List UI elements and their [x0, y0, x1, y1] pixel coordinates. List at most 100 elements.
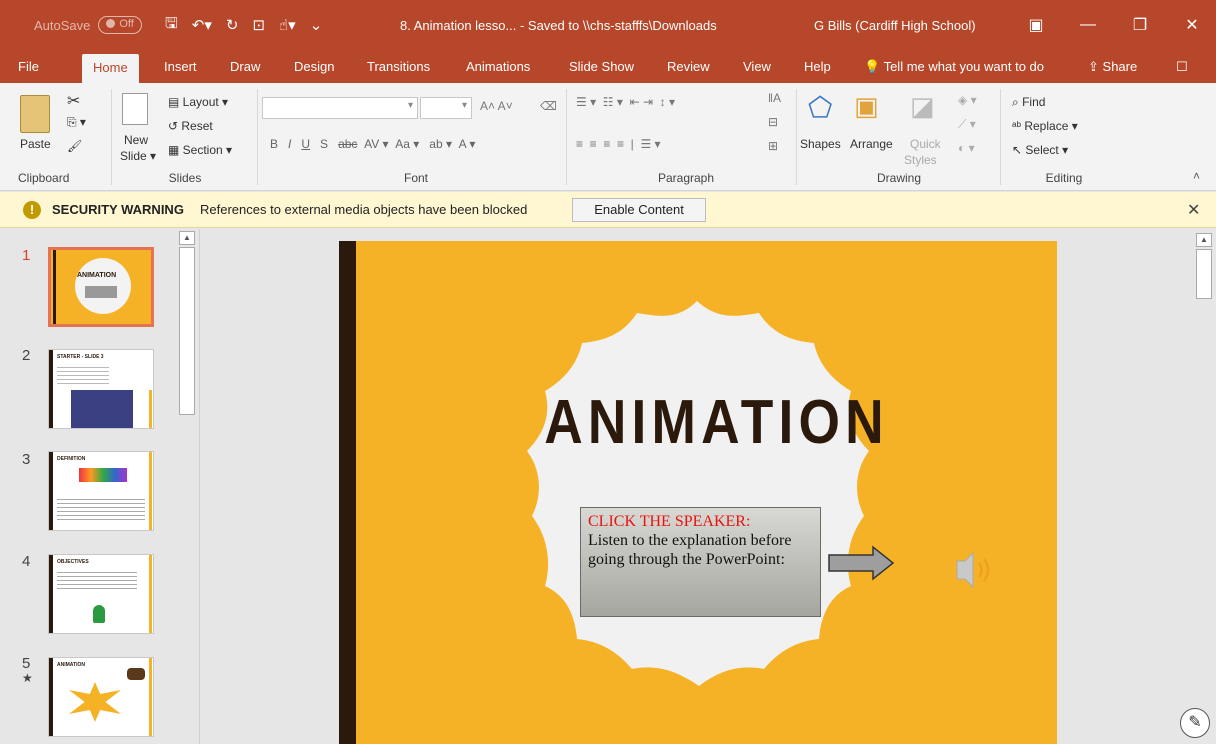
copy-icon[interactable]: ⎘ ▾ — [67, 115, 86, 130]
find-button[interactable]: ⌕ Find — [1012, 95, 1045, 110]
redo-icon[interactable]: ↻ — [226, 16, 239, 34]
slide-scrollbar[interactable]: ▲ — [1192, 229, 1216, 744]
cut-icon[interactable]: ✂ — [67, 91, 80, 111]
tab-review[interactable]: Review — [667, 50, 710, 83]
tab-view[interactable]: View — [743, 50, 771, 83]
format-painter-icon[interactable]: 🖌 — [67, 139, 82, 153]
shape-outline-icon[interactable]: ⟋ ▾ — [958, 117, 976, 132]
security-warning-bar: ! SECURITY WARNING References to externa… — [0, 192, 1216, 228]
tell-me-box[interactable]: 💡 Tell me what you want to do — [864, 50, 1044, 83]
customize-qat-icon[interactable]: ⌄ — [310, 16, 323, 34]
select-button[interactable]: ↖ Select ▾ — [1012, 143, 1068, 157]
paste-button[interactable]: Paste — [20, 137, 51, 151]
thumb-title: ANIMATION — [77, 272, 117, 279]
slide-thumbnail-5[interactable]: ANIMATION — [48, 657, 154, 737]
autosave-toggle[interactable]: Off — [98, 16, 142, 34]
paragraph-group-label: Paragraph — [657, 171, 715, 185]
tab-draw[interactable]: Draw — [230, 50, 260, 83]
callout-box[interactable]: CLICK THE SPEAKER: Listen to the explana… — [580, 507, 821, 617]
group-font: ▾ ▾ A˄ A˅ ⌫ B I U S abc AV ▾ Aa ▾ ab ▾ A… — [262, 87, 570, 187]
thumb-title: DEFINITION — [57, 456, 86, 462]
reset-label: Reset — [181, 119, 213, 133]
replace-label: Replace — [1024, 119, 1069, 133]
shapes-icon: ⬠ — [808, 92, 833, 123]
thumb-title: ANIMATION — [57, 662, 85, 668]
group-drawing: ⬠ Shapes ▣ Arrange ◪ Quick Styles ◈ ▾ ⟋ … — [800, 87, 998, 187]
clear-formatting-icon[interactable]: ⌫ — [540, 99, 557, 113]
tab-help[interactable]: Help — [804, 50, 831, 83]
enable-content-button[interactable]: Enable Content — [572, 198, 706, 222]
new-slide-label-2[interactable]: Slide ▾ — [120, 149, 156, 163]
align-text-icon[interactable]: ⊟ — [768, 115, 778, 129]
text-direction-icon[interactable]: ‖A — [768, 91, 781, 105]
list-icons[interactable]: ☰ ▾ ☷ ▾ ⇤ ⇥ ↕ ▾ — [576, 95, 675, 109]
increase-font-icon[interactable]: A˄ A˅ — [480, 99, 513, 113]
thumb-number: 4 — [22, 553, 31, 570]
tab-animations[interactable]: Animations — [466, 50, 530, 83]
font-format-icons[interactable]: B I U S abc AV ▾ Aa ▾ ab ▾ A ▾ — [270, 137, 475, 151]
ribbon-display-icon[interactable]: ▣ — [1010, 15, 1062, 35]
quick-styles-icon: ◪ — [910, 91, 935, 121]
slide-thumbnail-2[interactable]: STARTER - SLIDE 3 — [48, 349, 154, 429]
editing-group-label: Editing — [1045, 171, 1083, 185]
lightbulb-icon: 💡 — [864, 59, 881, 74]
ribbon-home: Paste ✂ ⎘ ▾ 🖌 Clipboard New Slide ▾ ▤ La… — [0, 83, 1216, 191]
thumbnail-scrollbar[interactable]: ▲ — [178, 231, 196, 744]
security-warning-message: References to external media objects hav… — [200, 202, 528, 217]
arrange-button[interactable]: Arrange — [850, 137, 893, 151]
scroll-up-icon[interactable]: ▲ — [179, 231, 195, 245]
shape-effects-icon[interactable]: ◐ ▾ — [958, 141, 975, 155]
slide-thumbnail-1[interactable]: ANIMATION — [48, 247, 154, 327]
scroll-thumb[interactable] — [179, 247, 195, 415]
tab-home[interactable]: Home — [82, 54, 139, 83]
shapes-button[interactable]: Shapes — [800, 137, 841, 151]
touch-mode-icon[interactable]: ☝▾ — [279, 16, 296, 34]
close-icon[interactable]: ✕ — [1187, 200, 1200, 220]
layout-button[interactable]: ▤ Layout ▾ — [168, 95, 228, 109]
quick-styles-button-2[interactable]: Styles — [904, 153, 937, 167]
undo-icon[interactable]: ↶▾ — [192, 16, 212, 34]
alignment-icons[interactable]: ≡ ≡ ≡ ≡ | ☰ ▾ — [576, 137, 661, 151]
minimize-icon[interactable]: — — [1062, 16, 1114, 34]
present-from-start-icon[interactable]: ⊡ — [252, 16, 265, 34]
thumb-number: 1 — [22, 247, 31, 264]
tab-slide-show[interactable]: Slide Show — [569, 50, 634, 83]
tab-transitions[interactable]: Transitions — [367, 50, 430, 83]
clipboard-group-label: Clipboard — [18, 171, 70, 185]
restore-icon[interactable]: ❐ — [1114, 15, 1166, 35]
slide-title[interactable]: ANIMATION — [544, 387, 883, 458]
reset-button[interactable]: ↺ Reset — [168, 119, 213, 133]
scroll-up-icon[interactable]: ▲ — [1196, 233, 1212, 247]
scalloped-badge — [527, 301, 869, 686]
callout-heading: CLICK THE SPEAKER: — [588, 513, 751, 530]
warning-icon: ! — [23, 201, 41, 219]
close-icon[interactable]: ✕ — [1166, 15, 1216, 35]
arrange-icon: ▣ — [854, 91, 879, 121]
thumb-number: 5 — [22, 655, 31, 672]
slide-canvas[interactable]: ANIMATION CLICK THE SPEAKER: Listen to t… — [339, 241, 1057, 744]
scroll-thumb[interactable] — [1196, 249, 1212, 299]
section-button[interactable]: ▦ Section ▾ — [168, 143, 232, 157]
save-icon[interactable]: 🖫 — [165, 13, 178, 38]
new-slide-icon — [122, 93, 148, 125]
tab-design[interactable]: Design — [294, 50, 334, 83]
smartart-icon[interactable]: ⊞ — [768, 139, 778, 153]
pen-icon[interactable]: ✎ — [1180, 708, 1210, 738]
font-name-input[interactable]: ▾ — [262, 97, 418, 119]
shape-fill-icon[interactable]: ◈ ▾ — [958, 93, 977, 107]
user-name[interactable]: G Bills (Cardiff High School) — [814, 0, 976, 50]
share-button[interactable]: ⇪ Share — [1088, 50, 1137, 83]
collapse-ribbon-icon[interactable]: ˄ — [1193, 169, 1200, 183]
comments-icon[interactable]: ☐ — [1176, 50, 1188, 83]
tab-file[interactable]: File — [18, 50, 39, 83]
document-title: 8. Animation lesso... - Saved to \\chs-s… — [400, 17, 717, 33]
replace-button[interactable]: ᵃᵇ Replace ▾ — [1012, 119, 1078, 133]
autosave-control[interactable]: AutoSave Off — [34, 0, 142, 50]
slide-thumbnail-3[interactable]: DEFINITION — [48, 451, 154, 531]
quick-styles-button[interactable]: Quick — [910, 137, 941, 151]
thumb-number: 3 — [22, 451, 31, 468]
slide-thumbnail-4[interactable]: OBJECTIVES — [48, 554, 154, 634]
tab-insert[interactable]: Insert — [164, 50, 197, 83]
new-slide-label[interactable]: New — [124, 133, 148, 147]
font-size-input[interactable]: ▾ — [420, 97, 472, 119]
